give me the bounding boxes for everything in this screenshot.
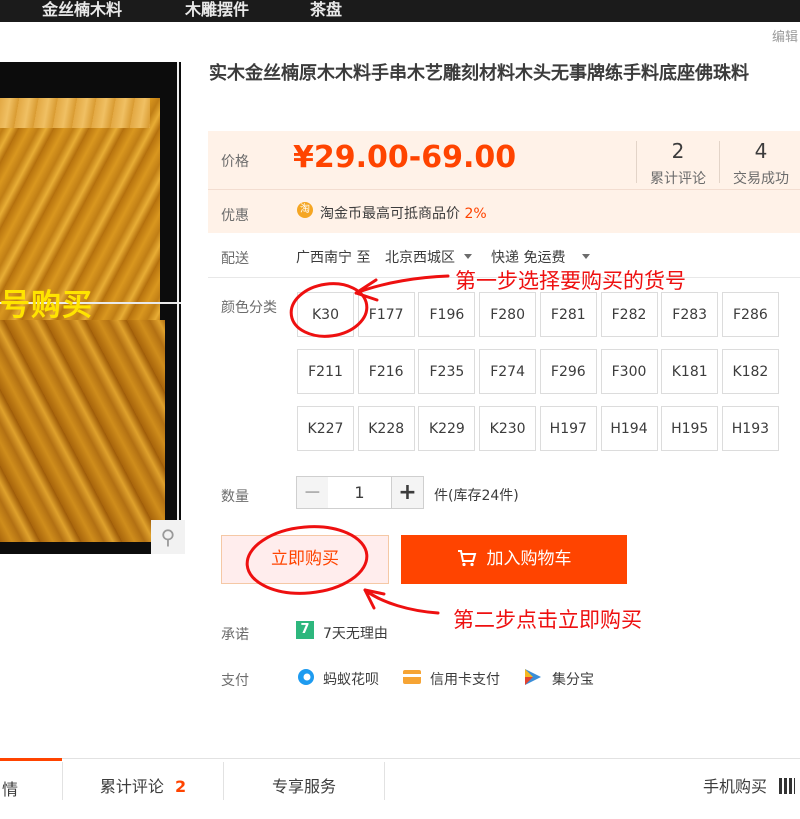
- edit-link[interactable]: 编辑: [772, 26, 798, 45]
- pay-method-huabei[interactable]: 蚂蚁花呗: [323, 669, 379, 689]
- promo-label: 优惠: [221, 208, 249, 224]
- sku-option[interactable]: H197: [539, 406, 597, 451]
- sku-option[interactable]: F282: [600, 292, 658, 337]
- ship-to-select[interactable]: 北京西城区: [385, 247, 455, 267]
- annotation-step1: 第一步选择要购买的货号: [455, 269, 686, 293]
- sku-option[interactable]: K229: [418, 406, 476, 451]
- quantity-increase-button[interactable]: +: [391, 476, 424, 509]
- jifenbao-icon: [525, 669, 541, 685]
- product-image[interactable]: 号购买: [0, 62, 181, 554]
- price-value: ¥29.00-69.00: [293, 140, 517, 175]
- qr-code-icon[interactable]: [779, 778, 795, 794]
- image-banner-text: 号购买: [0, 288, 93, 323]
- seven-day-return-icon: 7: [296, 621, 314, 639]
- buy-now-button[interactable]: 立即购买: [221, 535, 389, 584]
- sku-option[interactable]: F281: [539, 292, 597, 337]
- chevron-down-icon[interactable]: [464, 254, 472, 259]
- promo-description: 淘金币最高可抵商品价: [320, 206, 460, 222]
- tab-service[interactable]: 专享服务: [224, 758, 384, 800]
- sku-option[interactable]: H194: [600, 406, 658, 451]
- ship-from: 广西南宁 至: [296, 250, 371, 266]
- reviews-label[interactable]: 累计评论: [638, 168, 718, 188]
- sku-option[interactable]: K30: [297, 292, 354, 337]
- quantity-label: 数量: [221, 489, 249, 505]
- wood-block-upper-face: [0, 98, 150, 128]
- promo-rate: 2%: [464, 206, 487, 222]
- promise-text[interactable]: 7天无理由: [323, 623, 388, 643]
- chevron-down-icon[interactable]: [582, 254, 590, 259]
- mobile-buy-link[interactable]: 手机购买: [690, 758, 780, 800]
- stock-text: 件(库存24件): [434, 488, 519, 504]
- tab-reviews-count: 2: [174, 777, 187, 796]
- price-divider: [208, 189, 800, 190]
- shop-category-nav: 金丝楠木料 木雕摆件 茶盘: [0, 0, 800, 22]
- wood-block-lower: [0, 320, 165, 542]
- cart-icon: [457, 550, 476, 567]
- sales-count: 4: [754, 139, 768, 163]
- reviews-count[interactable]: 2: [638, 139, 718, 163]
- nav-item-nanmu[interactable]: 金丝楠木料: [42, 0, 122, 20]
- add-to-cart-label: 加入购物车: [486, 549, 572, 569]
- tab-details[interactable]: 情: [0, 758, 62, 800]
- product-title: 实木金丝楠原木木料手串木艺雕刻材料木头无事牌练手料底座佛珠料: [209, 63, 749, 84]
- color-label: 颜色分类: [221, 300, 277, 316]
- credit-card-icon: [403, 670, 421, 684]
- sku-option[interactable]: H193: [721, 406, 779, 451]
- quantity-input[interactable]: [328, 476, 391, 509]
- sku-option[interactable]: K181: [661, 349, 719, 394]
- sku-option[interactable]: F211: [297, 349, 354, 394]
- sku-option[interactable]: F280: [479, 292, 537, 337]
- sales-label: 交易成功: [733, 171, 789, 187]
- payment-label: 支付: [221, 673, 249, 689]
- ship-method-select[interactable]: 快递 免运费: [491, 247, 565, 267]
- quantity-decrease-button[interactable]: −: [296, 476, 329, 509]
- taojinbi-coin-icon: 淘: [297, 202, 313, 218]
- sku-option[interactable]: F235: [418, 349, 476, 394]
- sku-option[interactable]: K182: [721, 349, 779, 394]
- sku-option[interactable]: K228: [357, 406, 415, 451]
- sku-option[interactable]: K230: [479, 406, 537, 451]
- sku-option[interactable]: H195: [661, 406, 719, 451]
- arrow-step2-mark: [363, 588, 440, 615]
- pay-method-credit-card[interactable]: 信用卡支付: [430, 669, 500, 689]
- sku-option[interactable]: F196: [418, 292, 476, 337]
- sku-option[interactable]: F274: [479, 349, 537, 394]
- tab-reviews-label: 累计评论: [99, 777, 164, 796]
- sku-option[interactable]: F283: [661, 292, 719, 337]
- pay-method-jifenbao[interactable]: 集分宝: [552, 669, 594, 689]
- add-to-cart-button[interactable]: 加入购物车: [401, 535, 627, 584]
- tab-reviews[interactable]: 累计评论 2: [63, 758, 223, 800]
- promise-label: 承诺: [221, 627, 249, 643]
- sku-option[interactable]: F300: [600, 349, 658, 394]
- image-divider-vertical: [177, 62, 179, 554]
- shipping-label: 配送: [221, 251, 249, 267]
- annotation-step2: 第二步点击立即购买: [453, 608, 642, 632]
- nav-item-teatray[interactable]: 茶盘: [310, 0, 342, 20]
- sku-option[interactable]: F177: [357, 292, 415, 337]
- sku-option[interactable]: F216: [357, 349, 415, 394]
- tab-divider: [384, 762, 385, 800]
- zoom-icon[interactable]: ⚲: [151, 520, 185, 554]
- sku-option[interactable]: F296: [539, 349, 597, 394]
- sku-option[interactable]: F286: [721, 292, 779, 337]
- promo-text[interactable]: 淘金币最高可抵商品价 2%: [320, 203, 487, 223]
- huabei-icon: [298, 669, 314, 685]
- nav-item-carving[interactable]: 木雕摆件: [185, 0, 249, 20]
- price-label: 价格: [221, 154, 249, 170]
- stat-divider: [636, 141, 637, 183]
- stat-divider: [719, 141, 720, 183]
- sku-option[interactable]: K227: [297, 406, 354, 451]
